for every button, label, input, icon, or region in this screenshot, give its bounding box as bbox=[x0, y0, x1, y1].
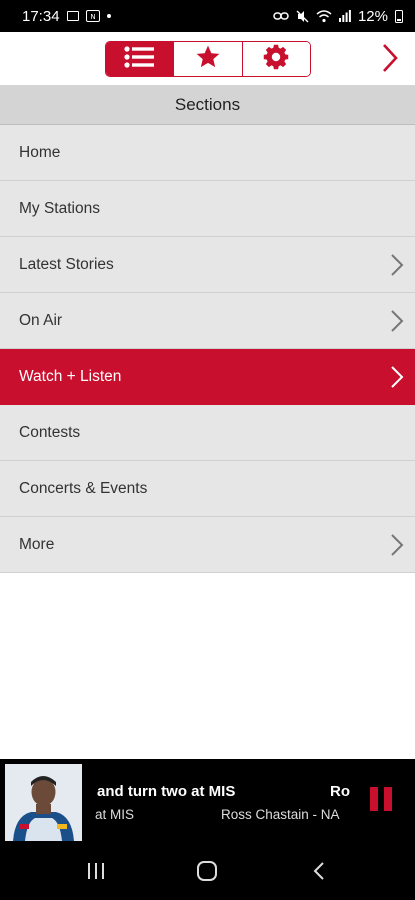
home-icon bbox=[196, 860, 218, 887]
image-icon bbox=[66, 11, 79, 21]
menu-item-concerts-events[interactable]: Concerts & Events bbox=[0, 461, 415, 517]
svg-text:N: N bbox=[90, 13, 95, 21]
menu-item-label: Home bbox=[19, 143, 61, 161]
home-button[interactable] bbox=[187, 853, 227, 893]
system-nav-bar bbox=[0, 846, 415, 900]
sections-header: Sections bbox=[0, 86, 415, 125]
link-icon bbox=[273, 11, 289, 21]
battery-icon bbox=[395, 9, 403, 23]
chevron-right-icon bbox=[387, 307, 407, 335]
chevron-right-icon bbox=[387, 531, 407, 559]
status-left: 17:34 N bbox=[22, 8, 111, 25]
back-button[interactable] bbox=[299, 853, 339, 893]
menu-item-label: Latest Stories bbox=[19, 255, 114, 273]
sections-menu: Home My Stations Latest Stories On Air Watch… bbox=[0, 125, 415, 573]
menu-item-label: My Stations bbox=[19, 199, 100, 217]
mute-icon bbox=[296, 10, 309, 23]
signal-icon bbox=[338, 10, 351, 22]
track-title: and turn two at MIS bbox=[97, 783, 236, 800]
menu-item-label: On Air bbox=[19, 311, 63, 329]
pause-button[interactable] bbox=[370, 787, 396, 817]
tab-settings[interactable] bbox=[242, 42, 310, 76]
menu-item-latest-stories[interactable]: Latest Stories bbox=[0, 237, 415, 293]
recents-icon bbox=[86, 862, 106, 885]
tab-sections[interactable] bbox=[106, 42, 175, 76]
pause-icon-bar-right bbox=[384, 787, 392, 811]
status-right: 12% bbox=[273, 8, 403, 25]
menu-item-contests[interactable]: Contests bbox=[0, 405, 415, 461]
menu-item-more[interactable]: More bbox=[0, 517, 415, 573]
status-bar: 17:34 N 12% bbox=[0, 0, 415, 32]
menu-item-label: More bbox=[19, 535, 55, 553]
now-playing-bar[interactable]: and turn two at MIS Ro at MIS Ross Chast… bbox=[0, 759, 415, 846]
menu-item-home[interactable]: Home bbox=[0, 125, 415, 181]
next-button[interactable] bbox=[377, 43, 403, 78]
list-icon bbox=[124, 45, 156, 74]
chevron-right-icon bbox=[381, 43, 399, 78]
menu-item-label: Watch + Listen bbox=[19, 367, 122, 385]
album-art bbox=[5, 764, 82, 841]
recents-button[interactable] bbox=[76, 853, 116, 893]
track-title-next: Ro bbox=[330, 783, 350, 800]
back-icon bbox=[312, 861, 326, 886]
menu-item-label: Contests bbox=[19, 423, 81, 441]
tab-favorites[interactable] bbox=[174, 42, 243, 76]
nfc-icon: N bbox=[85, 10, 100, 22]
star-icon bbox=[195, 44, 221, 75]
menu-item-my-stations[interactable]: My Stations bbox=[0, 181, 415, 237]
status-time: 17:34 bbox=[22, 7, 60, 25]
sections-title: Sections bbox=[174, 95, 241, 114]
chevron-right-icon bbox=[387, 363, 407, 391]
menu-item-watch-listen[interactable]: Watch + Listen bbox=[0, 349, 415, 405]
gear-icon bbox=[262, 43, 290, 76]
chevron-right-icon bbox=[387, 251, 407, 279]
section-switcher bbox=[105, 41, 311, 77]
menu-item-on-air[interactable]: On Air bbox=[0, 293, 415, 349]
pause-icon-bar-left bbox=[370, 787, 378, 811]
menu-item-label: Concerts & Events bbox=[19, 479, 148, 497]
wifi-icon bbox=[316, 9, 332, 23]
top-toolbar bbox=[0, 32, 415, 86]
notification-dot bbox=[106, 14, 111, 18]
battery-percent: 12% bbox=[357, 7, 388, 25]
track-subtitle: at MIS bbox=[95, 807, 135, 822]
track-subtitle-next: Ross Chastain - NA bbox=[221, 807, 340, 822]
